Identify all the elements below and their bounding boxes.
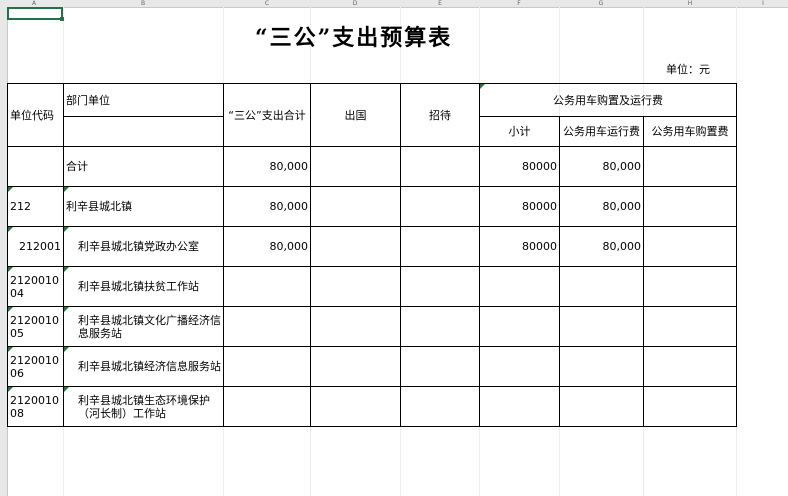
cell-subtotal[interactable] xyxy=(479,306,560,347)
cell-dept[interactable]: 利辛县城北镇文化广播经济信息服务站 xyxy=(63,306,224,347)
cell-dept[interactable]: 利辛县城北镇生态环境保护（河长制）工作站 xyxy=(63,386,224,427)
column-header-a[interactable]: A xyxy=(32,0,36,7)
table-row: 212001005 利辛县城北镇文化广播经济信息服务站 xyxy=(7,306,737,347)
cell-operation[interactable]: 80,000 xyxy=(559,146,644,187)
cell-operation[interactable] xyxy=(559,386,644,427)
cell-total[interactable]: 80,000 xyxy=(223,186,311,227)
header-abroad[interactable]: 出国 xyxy=(310,83,401,147)
cell-purchase[interactable] xyxy=(643,146,737,187)
header-dept-blank[interactable] xyxy=(63,116,224,147)
cell-abroad[interactable] xyxy=(310,186,401,227)
table-row: 212001008 利辛县城北镇生态环境保护（河长制）工作站 xyxy=(7,386,737,427)
unit-label: 单位：元 xyxy=(666,63,710,76)
cell-dept[interactable]: 利辛县城北镇经济信息服务站 xyxy=(63,346,224,387)
column-header-e[interactable]: E xyxy=(438,0,442,7)
cell-dept[interactable]: 合计 xyxy=(63,146,224,187)
cell-total[interactable] xyxy=(223,306,311,347)
cell-operation[interactable] xyxy=(559,346,644,387)
cell-reception[interactable] xyxy=(400,186,480,227)
cell-code[interactable] xyxy=(7,146,64,187)
column-header-c[interactable]: C xyxy=(265,0,269,7)
cell-reception[interactable] xyxy=(400,226,480,267)
table-row: 212001004 利辛县城北镇扶贫工作站 xyxy=(7,266,737,307)
active-cell-selection[interactable] xyxy=(7,7,64,21)
cell-subtotal[interactable]: 80000 xyxy=(479,226,560,267)
cell-reception[interactable] xyxy=(400,266,480,307)
cell-purchase[interactable] xyxy=(643,226,737,267)
cell-reception[interactable] xyxy=(400,306,480,347)
column-header-g[interactable]: G xyxy=(599,0,604,7)
cell-purchase[interactable] xyxy=(643,306,737,347)
cell-total[interactable]: 80,000 xyxy=(223,146,311,187)
cell-subtotal[interactable] xyxy=(479,346,560,387)
header-reception[interactable]: 招待 xyxy=(400,83,480,147)
cell-operation[interactable] xyxy=(559,266,644,307)
cell-dept[interactable]: 利辛县城北镇扶贫工作站 xyxy=(63,266,224,307)
cell-code[interactable]: 212001008 xyxy=(7,386,64,427)
header-dept[interactable]: 部门单位 xyxy=(63,83,224,117)
cell-total[interactable] xyxy=(223,266,311,307)
header-vehicle-operation[interactable]: 公务用车运行费 xyxy=(559,116,644,147)
column-header-d[interactable]: D xyxy=(353,0,358,7)
cell-abroad[interactable] xyxy=(310,146,401,187)
cell-code[interactable]: 212001005 xyxy=(7,306,64,347)
header-vehicle-group[interactable]: 公务用车购置及运行费 xyxy=(479,83,737,117)
cell-abroad[interactable] xyxy=(310,386,401,427)
cell-total[interactable]: 80,000 xyxy=(223,226,311,267)
column-header-h[interactable]: H xyxy=(688,0,693,7)
cell-purchase[interactable] xyxy=(643,386,737,427)
table-row: 212 利辛县城北镇 80,000 80000 80,000 xyxy=(7,186,737,227)
column-header-f[interactable]: F xyxy=(517,0,520,7)
cell-abroad[interactable] xyxy=(310,266,401,307)
budget-table: 单位代码 部门单位 “三公”支出合计 出国 招待 公务用车购置及运行费 小计 公… xyxy=(7,83,737,427)
cell-abroad[interactable] xyxy=(310,226,401,267)
cell-reception[interactable] xyxy=(400,346,480,387)
cell-subtotal[interactable] xyxy=(479,386,560,427)
header-code[interactable]: 单位代码 xyxy=(7,83,64,147)
cell-code[interactable]: 212001004 xyxy=(7,266,64,307)
cell-total[interactable] xyxy=(223,386,311,427)
header-vehicle-purchase[interactable]: 公务用车购置费 xyxy=(643,116,737,147)
cell-subtotal[interactable]: 80000 xyxy=(479,146,560,187)
cell-operation[interactable]: 80,000 xyxy=(559,186,644,227)
cell-code[interactable]: 212001 xyxy=(7,226,64,267)
cell-purchase[interactable] xyxy=(643,186,737,227)
table-row: 合计 80,000 80000 80,000 xyxy=(7,146,737,187)
cell-subtotal[interactable]: 80000 xyxy=(479,186,560,227)
cell-purchase[interactable] xyxy=(643,346,737,387)
cell-code[interactable]: 212 xyxy=(7,186,64,227)
cell-operation[interactable] xyxy=(559,306,644,347)
column-header-bar: A B C D E F G H I xyxy=(0,0,788,8)
header-total[interactable]: “三公”支出合计 xyxy=(223,83,311,147)
cell-total[interactable] xyxy=(223,346,311,387)
table-row: 212001006 利辛县城北镇经济信息服务站 xyxy=(7,346,737,387)
cell-reception[interactable] xyxy=(400,146,480,187)
cell-abroad[interactable] xyxy=(310,346,401,387)
header-subtotal[interactable]: 小计 xyxy=(479,116,560,147)
sheet-title: “三公”支出预算表 xyxy=(255,25,453,51)
cell-subtotal[interactable] xyxy=(479,266,560,307)
column-header-i[interactable]: I xyxy=(762,0,764,7)
cell-reception[interactable] xyxy=(400,386,480,427)
cell-code[interactable]: 212001006 xyxy=(7,346,64,387)
cell-operation[interactable]: 80,000 xyxy=(559,226,644,267)
cell-purchase[interactable] xyxy=(643,266,737,307)
cell-dept[interactable]: 利辛县城北镇党政办公室 xyxy=(63,226,224,267)
cell-dept[interactable]: 利辛县城北镇 xyxy=(63,186,224,227)
table-row: 212001 利辛县城北镇党政办公室 80,000 80000 80,000 xyxy=(7,226,737,267)
column-header-b[interactable]: B xyxy=(141,0,145,7)
cell-abroad[interactable] xyxy=(310,306,401,347)
